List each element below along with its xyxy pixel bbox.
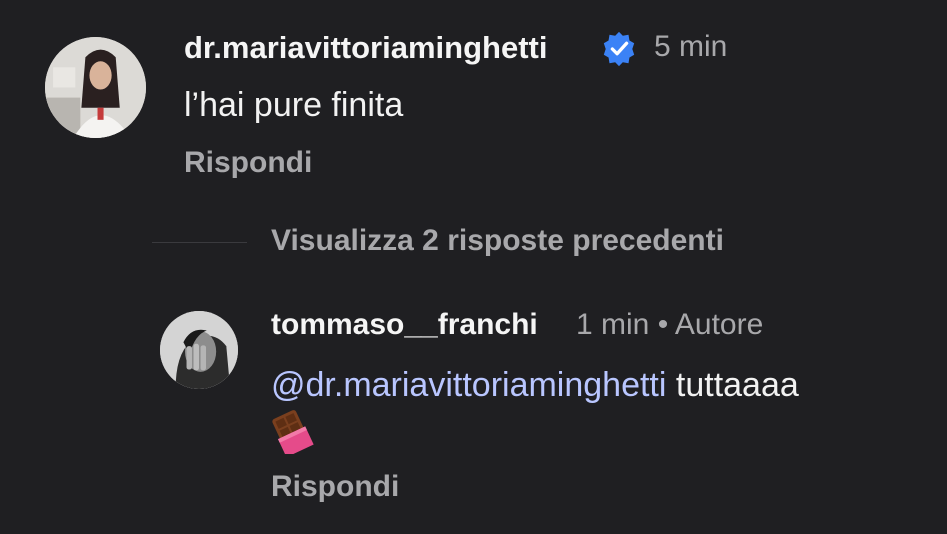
thread-divider [152, 242, 247, 243]
reply-username[interactable]: tommaso__franchi [271, 308, 538, 342]
avatar-tommaso[interactable] [160, 311, 238, 389]
reply-button[interactable]: Rispondi [184, 146, 312, 180]
view-previous-replies-button[interactable]: Visualizza 2 risposte precedenti [271, 224, 724, 258]
reply-text-body: tuttaaaa [675, 366, 799, 404]
reply-button[interactable]: Rispondi [271, 470, 399, 504]
mention-link[interactable]: @dr.mariavittoriaminghetti [271, 366, 666, 404]
reply-timestamp: 1 min [576, 308, 650, 341]
verified-badge-icon [603, 31, 635, 67]
author-label: Autore [674, 308, 764, 341]
reply-meta: 1 min • Autore [576, 308, 763, 342]
comment-username[interactable]: dr.mariavittoriaminghetti [184, 30, 547, 66]
avatar-photo-icon [45, 37, 146, 138]
meta-separator: • [657, 308, 669, 341]
avatar-mariavittoria[interactable] [45, 37, 146, 138]
reply-text: @dr.mariavittoriaminghetti tuttaaaa [271, 366, 799, 405]
comment-timestamp: 5 min [654, 30, 728, 63]
chocolate-bar-emoji [272, 410, 314, 454]
comment-text: l’hai pure finita [184, 86, 404, 124]
avatar-photo-icon [160, 311, 238, 389]
